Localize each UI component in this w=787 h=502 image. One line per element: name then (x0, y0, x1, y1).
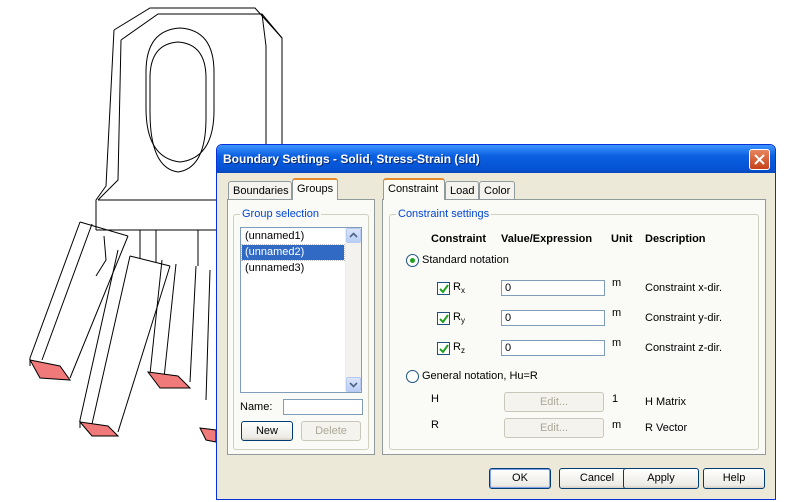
ry-checkbox[interactable] (437, 312, 450, 325)
chevron-down-icon (349, 382, 358, 388)
model-edge (113, 7, 283, 148)
highlighted-face (199, 427, 217, 443)
boundary-settings-dialog: Boundary Settings - Solid, Stress-Strain… (216, 144, 776, 500)
rz-checkbox[interactable] (437, 342, 450, 355)
model-edge (205, 269, 211, 401)
help-button[interactable]: Help (703, 468, 765, 489)
rx-label: Rx (453, 281, 465, 295)
model-edge (129, 255, 171, 267)
highlighted-face (29, 359, 72, 381)
header-value: Value/Expression (501, 233, 593, 245)
dialog-title: Boundary Settings - Solid, Stress-Strain… (223, 152, 480, 166)
header-description: Description (645, 233, 706, 245)
rx-checkbox[interactable] (437, 282, 450, 295)
tab-color[interactable]: Color (479, 181, 515, 200)
list-item[interactable]: (unnamed3) (242, 261, 344, 276)
list-item-selected[interactable]: (unnamed2) (241, 244, 345, 261)
model-edge (117, 265, 171, 433)
tab-load[interactable]: Load (445, 181, 479, 200)
h-description: H Matrix (645, 396, 686, 408)
model-edge (41, 223, 93, 361)
standard-notation-label: Standard notation (422, 254, 509, 266)
chevron-up-icon (349, 232, 358, 238)
model-edge (189, 265, 197, 383)
checkmark-icon (439, 314, 449, 324)
r-description: R Vector (645, 422, 688, 434)
name-label: Name: (240, 401, 273, 413)
rx-unit: m (612, 277, 622, 289)
model-edge (95, 235, 107, 277)
header-constraint: Constraint (431, 233, 486, 245)
apply-button[interactable]: Apply (623, 468, 699, 489)
rx-value-input[interactable] (501, 280, 605, 296)
model-edge (29, 221, 81, 366)
ry-description: Constraint y-dir. (645, 312, 723, 324)
r-unit: m (612, 419, 622, 431)
scroll-down-button[interactable] (346, 377, 361, 392)
model-edge (149, 41, 207, 173)
h-unit: 1 (612, 393, 619, 405)
name-input[interactable] (283, 399, 363, 415)
tab-groups[interactable]: Groups (292, 178, 338, 200)
checkmark-icon (439, 344, 449, 354)
scroll-up-button[interactable] (346, 228, 361, 243)
r-label: R (431, 419, 439, 431)
general-notation-label: General notation, Hu=R (422, 370, 538, 382)
ry-unit: m (612, 307, 622, 319)
highlighted-face (146, 371, 192, 389)
close-icon (754, 154, 765, 165)
list-scrollbar[interactable] (345, 228, 361, 392)
group-list[interactable]: (unnamed1) (unnamed2) (unnamed3) (240, 227, 362, 393)
ok-button[interactable]: OK (489, 468, 551, 489)
general-notation-radio[interactable] (406, 370, 419, 383)
list-item[interactable]: (unnamed1) (242, 229, 344, 244)
rz-value-input[interactable] (501, 340, 605, 356)
tab-constraint[interactable]: Constraint (383, 178, 445, 200)
model-edge (79, 221, 129, 237)
delete-button[interactable]: Delete (301, 421, 361, 441)
rx-description: Constraint x-dir. (645, 282, 723, 294)
ry-label: Ry (453, 311, 465, 325)
constraint-settings-legend: Constraint settings (396, 208, 492, 220)
highlighted-face (78, 421, 120, 437)
close-button[interactable] (749, 149, 770, 170)
constraint-settings-box: Constraint settings (389, 208, 759, 450)
rz-label: Rz (453, 341, 465, 355)
rz-description: Constraint z-dir. (645, 342, 723, 354)
rz-unit: m (612, 337, 622, 349)
group-selection-legend: Group selection (240, 208, 322, 220)
tab-boundaries[interactable]: Boundaries (228, 181, 292, 200)
header-unit: Unit (611, 233, 633, 245)
checkmark-icon (439, 284, 449, 294)
title-bar[interactable]: Boundary Settings - Solid, Stress-Strain… (217, 145, 775, 173)
r-edit-button[interactable]: Edit... (504, 418, 604, 438)
model-edge (69, 235, 129, 379)
ry-value-input[interactable] (501, 310, 605, 326)
new-button[interactable]: New (241, 421, 293, 441)
model-edge (163, 263, 177, 379)
model-edge (149, 259, 163, 375)
h-edit-button[interactable]: Edit... (504, 392, 604, 412)
standard-notation-radio[interactable] (406, 254, 419, 267)
h-label: H (431, 393, 439, 405)
